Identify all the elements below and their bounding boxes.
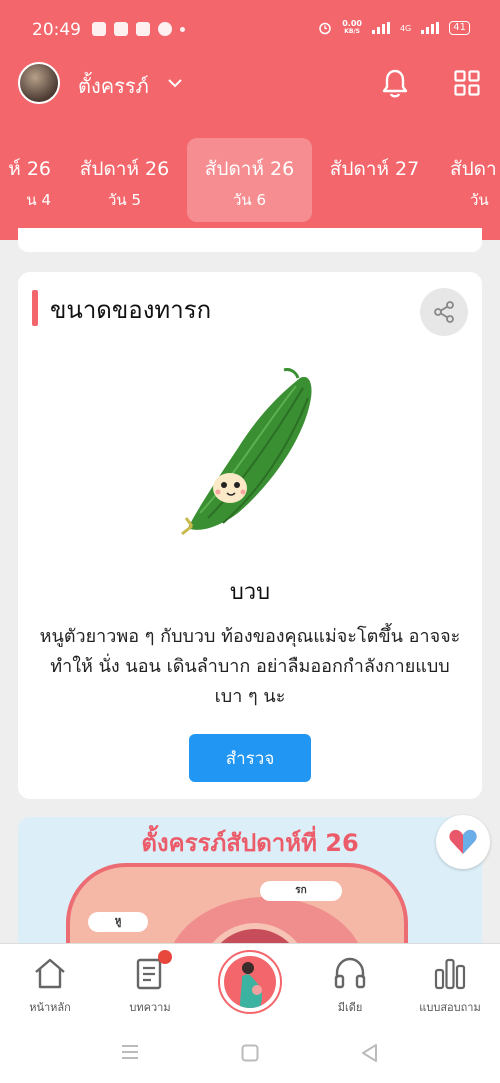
heart-icon [449,829,477,854]
share-icon [434,301,454,323]
headphones-icon [334,957,366,989]
network-speed-value: 0.00 [342,19,362,28]
system-nav-bar [0,1023,500,1083]
back-icon[interactable] [360,1043,378,1063]
pregnancy-week-card[interactable]: ตั้งครรภ์สัปดาห์ที่ 26 รก หู [18,817,482,957]
nav-media-label: มีเดีย [337,1001,363,1014]
pregnancy-week-title: ตั้งครรภ์สัปดาห์ที่ 26 [141,829,359,857]
profile-name[interactable]: ตั้งครรภ์ [78,70,149,102]
week-tab-active[interactable]: สัปดาห์ 26 วัน 6 [187,138,312,222]
title-accent-bar [32,290,38,326]
week-tab[interactable]: ห์ 26 น 4 [0,138,63,222]
baby-size-description: หนูตัวยาวพอ ๆ กับบวบ ท้องของคุณแม่จะโตขึ… [39,626,461,707]
week-tab-week: สัปดาห์ 27 [329,158,420,180]
status-time: 20:49 [32,20,81,40]
nav-media[interactable]: มีเดีย [300,944,400,1024]
explore-button[interactable]: สำรวจ [189,734,311,782]
previous-card [18,228,482,252]
recent-apps-icon[interactable] [120,1043,140,1061]
notification-icons [92,22,185,36]
network-speed-unit: KB/S [344,28,360,35]
network-speed: 0.00 KB/S [342,20,362,36]
status-indicators: 0.00 KB/S 4G 41 [318,20,470,36]
pregnant-woman-icon [240,962,262,1008]
week-tab-week: สัปดา [450,158,497,180]
grid-icon[interactable] [454,70,480,96]
signal-icon [371,22,390,34]
week-tab-day: น 4 [26,191,51,209]
card-title: ขนาดของทารก [50,296,212,324]
battery-indicator: 41 [449,21,470,35]
pregnancy-avatar [224,956,276,1008]
avatar[interactable] [18,62,60,104]
nav-articles-label: บทความ [129,1001,171,1014]
nav-home-label: หน้าหลัก [29,1001,71,1014]
header: ตั้งครรภ์ ห์ 26 น 4 สัปดาห์ 26 วัน 5 สัป… [0,58,500,240]
favorite-button[interactable] [436,815,490,869]
week-tab-day: วัน 5 [108,191,141,209]
notification-badge [158,950,172,964]
network-type: 4G [399,23,412,33]
week-tabs: ห์ 26 น 4 สัปดาห์ 26 วัน 5 สัปดาห์ 26 วั… [0,138,500,222]
ear-label: หู [88,912,148,932]
messenger-notification-icon [158,22,172,36]
home-icon [35,958,65,989]
luffa-illustration [181,368,312,536]
pregnancy-center-button[interactable] [218,950,282,1014]
week-tab[interactable]: สัปดาห์ 27 [312,138,437,222]
fruit-name: บวบ [229,580,271,605]
game-notification-icon [136,22,150,36]
week-tab[interactable]: สัปดา วัน [437,138,500,222]
store-notification-icon [114,22,128,36]
week-tab-week: ห์ 26 [8,158,51,180]
week-tab[interactable]: สัปดาห์ 26 วัน 5 [62,138,187,222]
week-tab-day: วัน 6 [233,191,266,209]
share-button[interactable] [420,288,468,336]
week-tab-week: สัปดาห์ 26 [204,158,295,180]
week-tab-day: วัน [470,191,489,209]
nav-articles[interactable]: บทความ [100,944,200,1024]
more-notifications-dot [180,26,185,32]
status-bar: 20:49 0.00 KB/S 4G 41 [0,0,500,58]
signal-icon-2 [421,22,440,34]
bottom-nav: หน้าหลัก บทความ มีเดีย แบบสอบถาม [0,943,500,1023]
week-tab-week: สัปดาห์ 26 [79,158,170,180]
nav-home[interactable]: หน้าหลัก [0,944,100,1024]
bell-icon[interactable] [380,68,410,100]
alarm-icon [319,22,331,35]
chart-icon [434,958,466,990]
app-notification-icon [92,22,106,36]
baby-size-card: ขนาดของทารก บวบ หนูตัวยาวพอ ๆ กับบวบ ท้อ… [18,272,482,799]
placenta-label: รก [260,881,342,901]
home-nav-icon[interactable] [241,1044,259,1062]
nav-survey[interactable]: แบบสอบถาม [400,944,500,1024]
chevron-down-icon[interactable] [166,74,184,92]
nav-survey-label: แบบสอบถาม [419,1001,481,1014]
